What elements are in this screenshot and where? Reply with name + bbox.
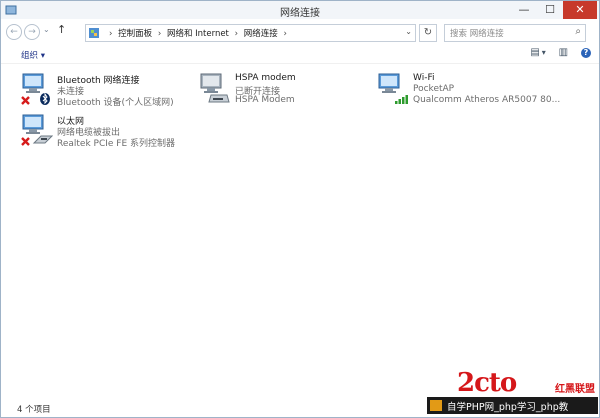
breadcrumb-separator: › — [157, 29, 162, 39]
search-placeholder: 搜索 网络连接 — [450, 29, 504, 39]
watermark-square-icon — [430, 400, 442, 411]
ethernet-network-icon — [21, 114, 53, 146]
search-input[interactable]: 搜索 网络连接 ⌕ — [444, 24, 586, 42]
preview-pane-icon[interactable]: ▥ — [559, 47, 568, 58]
breadcrumb-separator: › — [109, 29, 113, 39]
connection-name: Wi-Fi — [413, 73, 435, 83]
organize-menu-button[interactable]: 组织 ▾ — [21, 49, 45, 61]
recent-locations-button[interactable]: ⌄ — [43, 25, 50, 34]
forward-button[interactable]: → — [24, 24, 40, 40]
connection-status: PocketAP — [413, 84, 455, 94]
more-options-button[interactable]: ▾ — [542, 48, 546, 57]
connection-device: Bluetooth 设备(个人区域网) — [57, 98, 174, 108]
window: 网络连接 — ☐ ✕ ← → ⌄ ↑ › 控制面板 › 网络和 Internet… — [0, 0, 600, 418]
breadcrumb-item-network-internet[interactable]: 网络和 Internet — [167, 29, 229, 39]
connection-item-hspa-modem[interactable]: HSPA modem 已断开连接 HSPA Modem — [197, 72, 367, 106]
breadcrumb-separator: › — [283, 29, 287, 39]
refresh-button[interactable]: ↻ — [419, 24, 437, 42]
item-count: 4 个项目 — [17, 405, 51, 415]
navigation-bar: ← → ⌄ ↑ › 控制面板 › 网络和 Internet › 网络连接 › ⌄… — [1, 19, 599, 45]
watermark-banner: 自学PHP网_php学习_php教 — [427, 397, 598, 414]
connections-list: Bluetooth 网络连接 未连接 Bluetooth 设备(个人区域网) H… — [1, 64, 599, 398]
control-panel-icon — [89, 28, 99, 38]
breadcrumb: › 控制面板 › 网络和 Internet › 网络连接 › — [106, 27, 290, 39]
address-dropdown-button[interactable]: ⌄ — [405, 27, 412, 36]
view-controls: ▤ ▾ ▥ ? — [520, 47, 591, 58]
connection-item-wifi[interactable]: Wi-Fi PocketAP Qualcomm Atheros AR5007 8… — [375, 72, 575, 106]
close-button[interactable]: ✕ — [563, 1, 597, 19]
back-button[interactable]: ← — [6, 24, 22, 40]
breadcrumb-separator: › — [234, 29, 239, 39]
title-bar[interactable]: 网络连接 — ☐ ✕ — [1, 1, 599, 19]
search-icon[interactable]: ⌕ — [575, 26, 581, 37]
breadcrumb-item-control-panel[interactable]: 控制面板 — [118, 29, 152, 39]
command-bar: 组织 ▾ ▤ ▾ ▥ ? — [1, 45, 599, 64]
address-bar[interactable]: › 控制面板 › 网络和 Internet › 网络连接 › ⌄ — [85, 24, 416, 42]
breadcrumb-item-network-connections[interactable]: 网络连接 — [244, 29, 278, 39]
watermark-logo: 2cto — [457, 368, 517, 398]
connection-name: HSPA modem — [235, 73, 296, 83]
change-view-icon[interactable]: ▤ — [530, 47, 539, 58]
connection-device: HSPA Modem — [235, 95, 295, 105]
wifi-network-icon — [378, 73, 408, 104]
connection-device: Qualcomm Atheros AR5007 80... — [413, 95, 561, 105]
connection-item-bluetooth[interactable]: Bluetooth 网络连接 未连接 Bluetooth 设备(个人区域网) — [19, 72, 189, 108]
help-icon[interactable]: ? — [581, 48, 591, 58]
maximize-button[interactable]: ☐ — [537, 1, 563, 19]
connection-item-ethernet[interactable]: 以太网 网络电缆被拔出 Realtek PCIe FE 系列控制器 — [19, 113, 189, 149]
watermark-banner-text: 自学PHP网_php学习_php教 — [447, 402, 569, 413]
watermark-site-name: 红黑联盟 — [555, 384, 595, 395]
up-button[interactable]: ↑ — [57, 23, 66, 36]
connection-device: Realtek PCIe FE 系列控制器 — [57, 139, 176, 149]
bluetooth-network-icon — [21, 73, 50, 105]
minimize-button[interactable]: — — [511, 1, 537, 19]
modem-icon — [200, 73, 230, 103]
window-title: 网络连接 — [280, 8, 320, 19]
